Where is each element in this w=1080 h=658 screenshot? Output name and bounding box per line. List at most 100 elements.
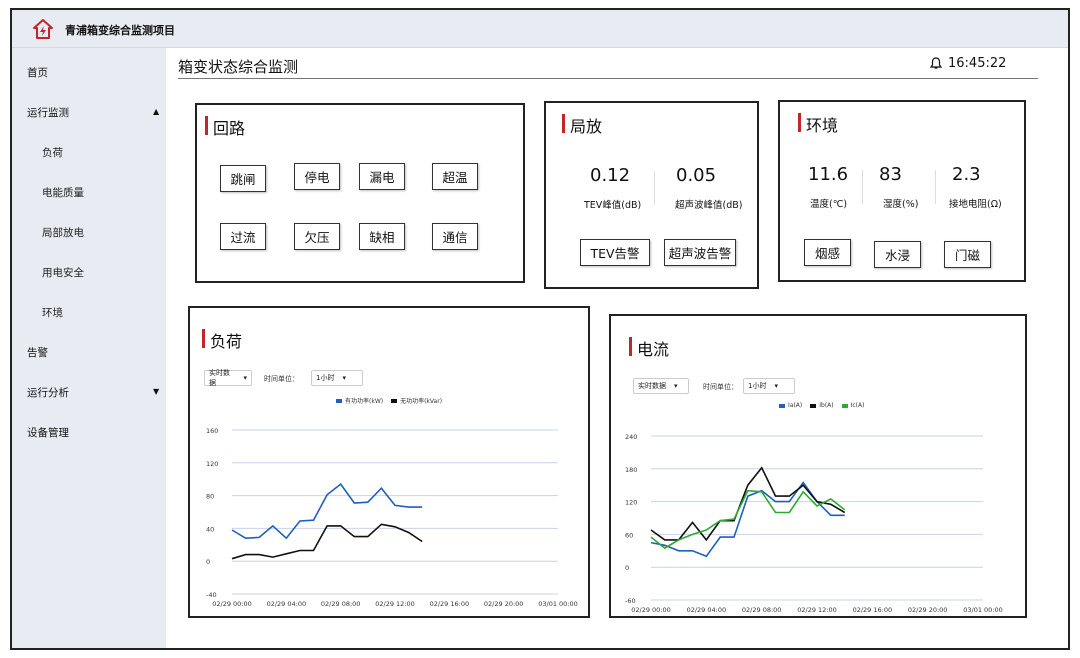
x-tick-label: 02/29 04:00	[687, 606, 727, 614]
environment-card: 环境 11.6 温度(℃) 83 湿度(%) 2.3 接地电阻(Ω) 烟感 水浸…	[778, 100, 1026, 282]
ground-resistance-label: 接地电阻(Ω)	[949, 199, 1002, 210]
current-chart-title: 电流	[629, 336, 669, 360]
current-line-chart: 240 180 120 60 0 -6002/29 00:00 02/29 04:00 02/…	[625, 433, 1003, 614]
main-content: 箱变状态综合监测 16:45:22 回路 跳闸 停电 漏电 超温 过流 欠压 缺…	[166, 48, 1068, 648]
phase-loss-button[interactable]: 缺相	[359, 223, 405, 250]
leakage-button[interactable]: 漏电	[359, 163, 405, 190]
legend-label: 有功功率(kW)	[345, 398, 384, 405]
nav-item-partial-discharge[interactable]: 局部放电	[42, 225, 84, 240]
humidity-label: 湿度(%)	[883, 199, 919, 210]
current-chart-card: 电流 实时数据 ▾ 时间单位： 1小时 ▾ Ia(A) Ib(A) Ic(A) …	[609, 314, 1027, 618]
x-tick-label: 02/29 16:00	[853, 606, 893, 614]
x-tick-label: 02/29 00:00	[212, 600, 252, 608]
chevron-down-icon: ▾	[342, 374, 346, 382]
legend-item[interactable]: Ia(A)	[779, 402, 802, 409]
load-line-chart: 160 120 80 40 0 -4002/29 00:00 02/29 04:00 02/2…	[206, 427, 578, 608]
x-tick-label: 02/29 12:00	[375, 600, 415, 608]
tev-alarm-button[interactable]: TEV告警	[580, 239, 650, 266]
y-tick-label: 80	[206, 493, 214, 501]
ultrasonic-alarm-button[interactable]: 超声波告警	[664, 239, 736, 266]
x-tick-label: 03/01 00:00	[538, 600, 578, 608]
legend-item[interactable]: 无功功率(kVar)	[391, 396, 442, 405]
y-tick-label: 160	[206, 427, 218, 435]
legend-item[interactable]: Ic(A)	[841, 402, 865, 409]
circuit-card-title: 回路	[205, 115, 245, 139]
y-tick-label: 40	[206, 525, 214, 533]
app-window: 青浦箱变综合监测项目 首页 运行监测 ▲ 负荷 电能质量 局部放电 用电安全 环…	[10, 8, 1070, 650]
power-off-button[interactable]: 停电	[294, 163, 340, 190]
smoke-button[interactable]: 烟感	[804, 239, 851, 266]
y-tick-label: -60	[625, 597, 636, 605]
chevron-down-icon: ▾	[774, 382, 778, 390]
nav-item-home[interactable]: 首页	[27, 65, 48, 80]
x-tick-label: 03/01 00:00	[963, 606, 1003, 614]
x-tick-label: 02/29 12:00	[797, 606, 837, 614]
legend-label: Ic(A)	[850, 402, 865, 409]
bell-icon[interactable]	[930, 57, 942, 70]
clock-time: 16:45:22	[948, 56, 1007, 71]
legend-label: Ia(A)	[788, 402, 803, 409]
home-logo-icon	[33, 19, 53, 39]
title-divider	[178, 78, 1038, 79]
y-tick-label: 120	[625, 499, 637, 507]
circuit-card: 回路 跳闸 停电 漏电 超温 过流 欠压 缺相 通信	[195, 103, 525, 283]
series-line	[231, 482, 423, 540]
trip-button[interactable]: 跳闸	[220, 165, 266, 192]
nav-item-alarm[interactable]: 告警	[27, 345, 48, 360]
legend-item[interactable]: Ib(A)	[810, 402, 834, 409]
pd-card-title: 局放	[562, 113, 602, 137]
nav-item-power-quality[interactable]: 电能质量	[42, 185, 84, 200]
chart-legend: Ia(A) Ib(A) Ic(A)	[779, 402, 864, 409]
undervoltage-button[interactable]: 欠压	[294, 223, 340, 250]
time-unit-select[interactable]: 1小时 ▾	[311, 370, 363, 386]
overcurrent-button[interactable]: 过流	[220, 223, 266, 250]
divider	[654, 171, 655, 205]
x-tick-label: 02/29 08:00	[742, 606, 782, 614]
y-tick-label: 120	[206, 460, 218, 468]
time-unit-label: 时间单位：	[703, 383, 738, 391]
series-line	[231, 523, 423, 560]
data-mode-value: 实时数据	[638, 382, 666, 390]
nav-item-load[interactable]: 负荷	[42, 145, 63, 160]
divider	[935, 170, 936, 204]
time-unit-value: 1小时	[748, 382, 767, 390]
over-temp-button[interactable]: 超温	[432, 163, 478, 190]
load-chart-title: 负荷	[202, 328, 242, 352]
chevron-down-icon: ▾	[243, 374, 247, 382]
data-mode-select[interactable]: 实时数据 ▾	[633, 378, 689, 394]
time-unit-select[interactable]: 1小时 ▾	[743, 378, 795, 394]
x-tick-label: 02/29 00:00	[631, 606, 671, 614]
y-tick-label: -40	[206, 591, 217, 599]
divider	[862, 170, 863, 204]
humidity-value: 83	[879, 164, 902, 185]
data-mode-select[interactable]: 实时数据 ▾	[204, 369, 252, 387]
nav-item-environment[interactable]: 环境	[42, 305, 63, 320]
tev-value: 0.12	[590, 165, 631, 186]
chart-legend: 有功功率(kW) 无功功率(kVar)	[336, 396, 442, 405]
x-tick-label: 02/29 08:00	[321, 600, 361, 608]
chevron-down-icon[interactable]: ▼	[153, 387, 159, 396]
x-tick-label: 02/29 20:00	[908, 606, 948, 614]
partial-discharge-card: 局放 0.12 TEV峰值(dB) 0.05 超声波峰值(dB) TEV告警 超…	[544, 101, 759, 289]
y-tick-label: 180	[625, 466, 637, 474]
water-button[interactable]: 水浸	[874, 241, 921, 268]
door-sensor-button[interactable]: 门磁	[944, 241, 991, 268]
env-card-title: 环境	[798, 112, 838, 136]
x-tick-label: 02/29 04:00	[267, 600, 307, 608]
ground-resistance-value: 2.3	[952, 164, 981, 185]
nav-item-electrical-safety[interactable]: 用电安全	[42, 265, 84, 280]
communication-button[interactable]: 通信	[432, 223, 478, 250]
load-chart-card: 负荷 实时数据 ▾ 时间单位： 1小时 ▾ 有功功率(kW) 无功功率(kVar…	[188, 306, 590, 618]
nav-item-device-management[interactable]: 设备管理	[27, 425, 69, 440]
data-mode-value: 实时数据	[209, 369, 230, 387]
legend-label: Ib(A)	[819, 402, 834, 409]
legend-label: 无功功率(kVar)	[400, 398, 443, 405]
nav-item-analysis[interactable]: 运行分析	[27, 385, 69, 400]
page-title: 箱变状态综合监测	[178, 58, 299, 76]
chevron-up-icon[interactable]: ▲	[153, 107, 159, 116]
temperature-value: 11.6	[808, 164, 849, 185]
nav-item-monitoring[interactable]: 运行监测	[27, 105, 69, 120]
legend-item[interactable]: 有功功率(kW)	[336, 396, 383, 405]
time-unit-value: 1小时	[316, 374, 335, 382]
sidebar: 首页 运行监测 ▲ 负荷 电能质量 局部放电 用电安全 环境 告警 运行分析 ▼…	[12, 48, 166, 648]
